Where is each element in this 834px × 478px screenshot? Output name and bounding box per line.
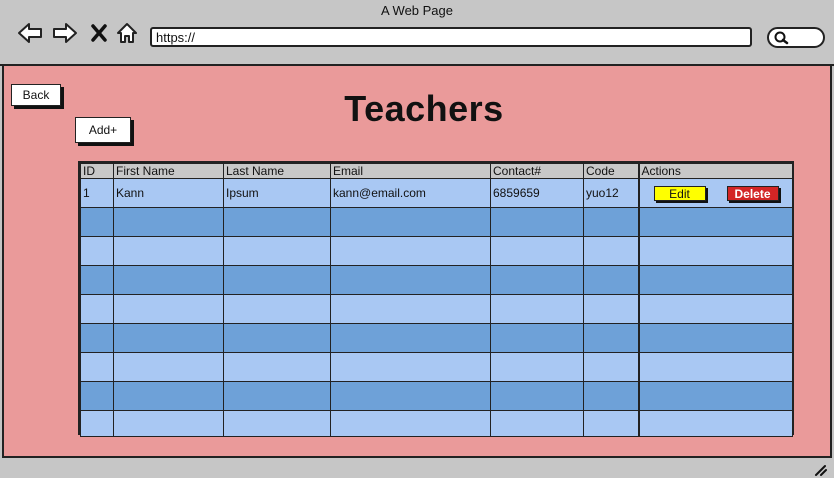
back-button[interactable]: Back bbox=[11, 84, 61, 106]
cell-code: yuo12 bbox=[583, 178, 639, 208]
back-arrow-icon[interactable] bbox=[16, 20, 44, 46]
teachers-table: ID First Name Last Name Email Contact# C… bbox=[78, 161, 794, 437]
cell-last-name: Ipsum bbox=[223, 178, 331, 208]
window-title: A Web Page bbox=[380, 3, 454, 18]
table-row bbox=[80, 323, 793, 353]
table-row bbox=[80, 236, 793, 266]
cell-first-name: Kann bbox=[113, 178, 224, 208]
table-row bbox=[80, 265, 793, 295]
column-header-email: Email bbox=[330, 163, 491, 179]
page-title: Teachers bbox=[344, 88, 504, 129]
table-row: 1 Kann Ipsum kann@email.com 6859659 yuo1… bbox=[80, 178, 793, 208]
forward-arrow-icon[interactable] bbox=[51, 20, 79, 46]
cell-contact: 6859659 bbox=[490, 178, 584, 208]
status-bar bbox=[0, 458, 834, 478]
browser-chrome: A Web Page https:// bbox=[0, 0, 834, 66]
home-icon[interactable] bbox=[114, 20, 140, 46]
close-icon[interactable] bbox=[89, 20, 109, 46]
table-row bbox=[80, 352, 793, 382]
edit-button[interactable]: Edit bbox=[653, 186, 706, 201]
table-row bbox=[80, 410, 793, 437]
column-header-contact: Contact# bbox=[490, 163, 584, 179]
delete-button[interactable]: Delete bbox=[726, 186, 779, 201]
table-header-row: ID First Name Last Name Email Contact# C… bbox=[80, 163, 793, 179]
column-header-last-name: Last Name bbox=[223, 163, 331, 179]
search-icon bbox=[774, 31, 789, 45]
column-header-actions: Actions bbox=[637, 163, 793, 179]
column-header-first-name: First Name bbox=[113, 163, 224, 179]
url-input[interactable]: https:// bbox=[150, 27, 752, 47]
resize-grip-icon[interactable] bbox=[812, 462, 828, 476]
cell-actions: Edit Delete bbox=[637, 178, 793, 208]
table-row bbox=[80, 294, 793, 324]
column-header-id: ID bbox=[80, 163, 114, 179]
cell-id: 1 bbox=[80, 178, 114, 208]
search-box[interactable] bbox=[767, 27, 825, 48]
page-content: Back Add+ Teachers ID First Name Last Na… bbox=[2, 66, 832, 458]
table-row bbox=[80, 207, 793, 237]
add-button[interactable]: Add+ bbox=[75, 117, 131, 143]
column-header-code: Code bbox=[583, 163, 639, 179]
cell-email: kann@email.com bbox=[330, 178, 491, 208]
table-row bbox=[80, 381, 793, 411]
